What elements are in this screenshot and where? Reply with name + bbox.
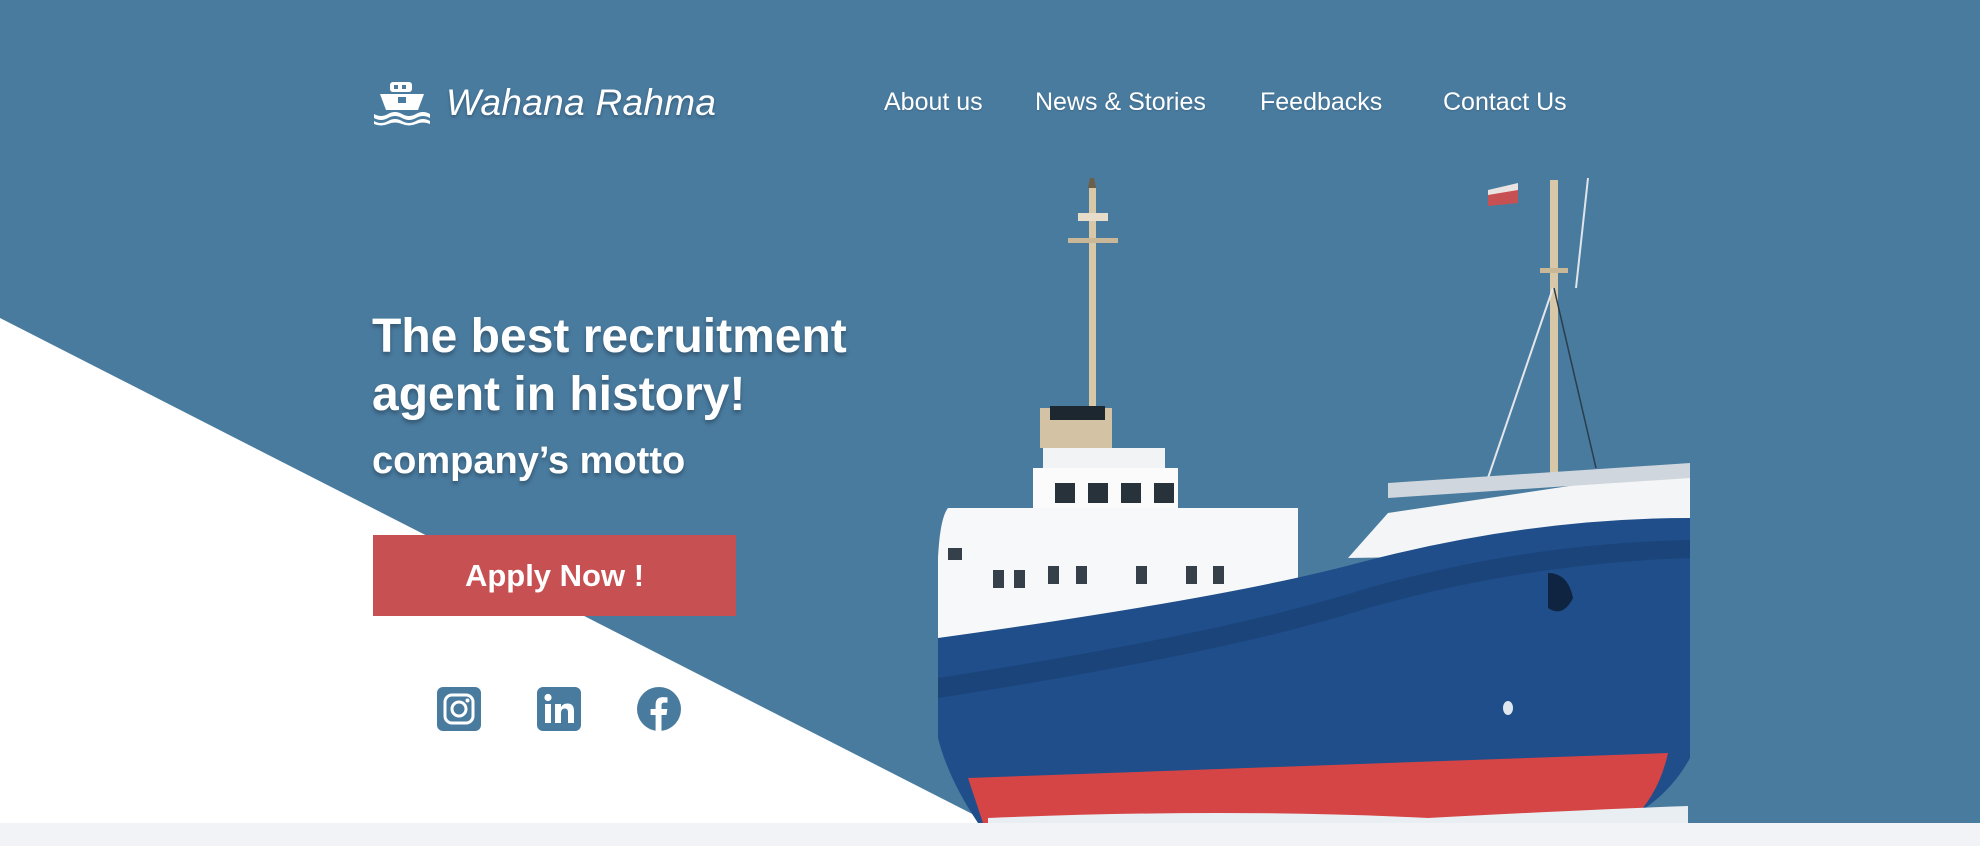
facebook-icon[interactable] [637,687,681,731]
instagram-icon[interactable] [437,687,481,731]
section-divider [0,823,1980,846]
nav-news-stories[interactable]: News & Stories [1035,88,1206,117]
hero-section: Wahana Rahma About us News & Stories Fee… [0,0,1980,823]
ship-icon [372,80,432,126]
nav-about-us[interactable]: About us [884,88,983,117]
nav-contact-us[interactable]: Contact Us [1443,88,1567,117]
brand-logo[interactable]: Wahana Rahma [372,80,716,126]
linkedin-icon[interactable] [537,687,581,731]
brand-name: Wahana Rahma [446,82,717,123]
apply-now-button[interactable]: Apply Now ! [373,535,736,616]
hero-headline: The best recruitment agent in history! [372,310,847,421]
company-motto: company’s motto [372,440,686,482]
nav-feedbacks[interactable]: Feedbacks [1260,88,1382,117]
cargo-ship-image [938,178,1690,823]
